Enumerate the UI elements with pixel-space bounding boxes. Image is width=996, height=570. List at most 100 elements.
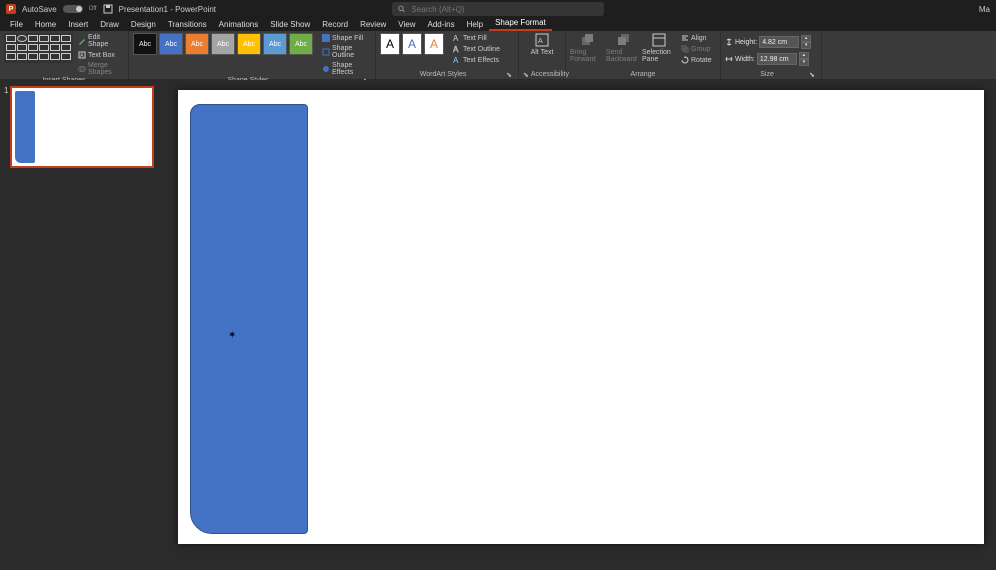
tab-file[interactable]: File	[4, 18, 29, 31]
powerpoint-icon: P	[6, 4, 16, 14]
save-icon[interactable]	[103, 4, 113, 14]
style-tile[interactable]: Abc	[133, 33, 157, 55]
paint-bucket-icon	[322, 34, 330, 42]
svg-text:A: A	[538, 38, 543, 45]
alt-text-button[interactable]: A Alt Text	[525, 33, 559, 56]
width-up[interactable]: ▴	[799, 52, 809, 59]
group-label-arrange: Arrange	[570, 71, 716, 79]
bring-forward-button: Bring Forward	[570, 33, 604, 63]
width-icon	[725, 55, 733, 63]
search-box[interactable]	[392, 2, 604, 16]
document-title: Presentation1 - PowerPoint	[119, 5, 216, 14]
shape-fill-button[interactable]: Shape Fill	[319, 33, 371, 43]
tab-view[interactable]: View	[392, 18, 421, 31]
text-cursor-icon: ✶	[228, 330, 236, 342]
text-outline-button[interactable]: AText Outline	[450, 44, 503, 54]
workspace: 1 ✶	[0, 80, 996, 570]
effects-icon	[322, 65, 330, 73]
text-fill-icon: A	[453, 34, 461, 42]
align-icon	[681, 34, 689, 42]
height-down[interactable]: ▾	[801, 42, 811, 49]
align-button[interactable]: Align	[678, 33, 715, 43]
tab-draw[interactable]: Draw	[94, 18, 125, 31]
autosave-state: Off	[89, 6, 97, 12]
edit-shape-button[interactable]: Edit Shape	[75, 33, 124, 49]
wordart-gallery[interactable]: A A A	[380, 33, 444, 55]
rotate-icon	[681, 56, 689, 64]
wordart-tile[interactable]: A	[380, 33, 400, 55]
tab-home[interactable]: Home	[29, 18, 62, 31]
accessibility-dialog-launcher[interactable]: ⬊	[523, 71, 531, 79]
search-input[interactable]	[409, 4, 598, 15]
height-input[interactable]	[759, 36, 799, 48]
svg-text:A: A	[453, 45, 459, 53]
text-box-button[interactable]: AText Box	[75, 50, 124, 60]
slide-canvas-area[interactable]: ✶	[166, 80, 996, 570]
shape-outline-button[interactable]: Shape Outline	[319, 44, 371, 60]
tab-shape-format[interactable]: Shape Format	[489, 16, 552, 31]
group-wordart-styles: A A A AText Fill AText Outline AText Eff…	[376, 31, 519, 79]
tab-slideshow[interactable]: Slide Show	[264, 18, 316, 31]
tab-record[interactable]: Record	[316, 18, 354, 31]
shape-effects-button[interactable]: Shape Effects	[319, 61, 371, 77]
style-tile[interactable]: Abc	[185, 33, 209, 55]
autosave-label: AutoSave	[22, 5, 57, 14]
height-icon	[725, 38, 733, 46]
style-tile[interactable]: Abc	[237, 33, 261, 55]
tab-help[interactable]: Help	[461, 18, 489, 31]
alt-text-icon: A	[535, 33, 549, 47]
svg-text:A: A	[453, 34, 459, 42]
title-bar: P AutoSave Off Presentation1 - PowerPoin…	[0, 0, 996, 18]
size-dialog-launcher[interactable]: ⬊	[809, 71, 817, 79]
rounded-rectangle-shape[interactable]	[190, 104, 308, 534]
style-tile[interactable]: Abc	[159, 33, 183, 55]
shapes-gallery[interactable]	[4, 33, 73, 63]
width-label: Width:	[735, 56, 755, 63]
slide-thumbnail-1[interactable]	[10, 86, 154, 168]
text-effects-button[interactable]: AText Effects	[450, 55, 503, 65]
group-arrange: Bring Forward Send Backward Selection Pa…	[566, 31, 721, 79]
tab-insert[interactable]: Insert	[62, 18, 94, 31]
group-icon	[681, 45, 689, 53]
group-label-accessibility: Accessibility	[531, 71, 569, 79]
tab-animations[interactable]: Animations	[213, 18, 265, 31]
wordart-tile[interactable]: A	[402, 33, 422, 55]
style-tile[interactable]: Abc	[263, 33, 287, 55]
tab-transitions[interactable]: Transitions	[162, 18, 213, 31]
wordart-tile[interactable]: A	[424, 33, 444, 55]
slide-number: 1	[4, 86, 8, 168]
selection-pane-icon	[652, 33, 666, 47]
group-size: Height: ▴▾ Width: ▴▾ Size ⬊	[721, 31, 822, 79]
user-name[interactable]: Ma	[979, 5, 990, 14]
width-down[interactable]: ▾	[799, 59, 809, 66]
text-fill-button[interactable]: AText Fill	[450, 33, 503, 43]
width-input[interactable]	[757, 53, 797, 65]
tab-addins[interactable]: Add-ins	[422, 18, 461, 31]
slide-thumbnail-panel[interactable]: 1	[0, 80, 166, 570]
group-accessibility: A Alt Text ⬊ Accessibility	[519, 31, 566, 79]
selection-pane-button[interactable]: Selection Pane	[642, 33, 676, 63]
group-shape-styles: Abc Abc Abc Abc Abc Abc Abc Shape Fill S…	[129, 31, 376, 79]
text-effects-icon: A	[453, 56, 461, 64]
group-label-size: Size	[725, 71, 809, 79]
style-tile[interactable]: Abc	[289, 33, 313, 55]
height-up[interactable]: ▴	[801, 35, 811, 42]
slide[interactable]: ✶	[178, 90, 984, 544]
shape-styles-gallery[interactable]: Abc Abc Abc Abc Abc Abc Abc	[133, 33, 313, 55]
tab-design[interactable]: Design	[125, 18, 162, 31]
tab-review[interactable]: Review	[354, 18, 392, 31]
style-tile[interactable]: Abc	[211, 33, 235, 55]
ribbon-tabs: File Home Insert Draw Design Transitions…	[0, 18, 996, 31]
wordart-dialog-launcher[interactable]: ⬊	[506, 71, 514, 79]
pencil-icon	[322, 48, 330, 56]
ribbon: Edit Shape AText Box Merge Shapes Insert…	[0, 31, 996, 80]
autosave-toggle[interactable]	[63, 5, 83, 13]
bring-forward-icon	[580, 33, 594, 47]
height-label: Height:	[735, 39, 757, 46]
text-outline-icon: A	[453, 45, 461, 53]
merge-shapes-button: Merge Shapes	[75, 61, 124, 77]
rotate-button[interactable]: Rotate	[678, 55, 715, 65]
thumbnail-shape	[15, 91, 35, 163]
group-insert-shapes: Edit Shape AText Box Merge Shapes Insert…	[0, 31, 129, 79]
send-backward-button: Send Backward	[606, 33, 640, 63]
